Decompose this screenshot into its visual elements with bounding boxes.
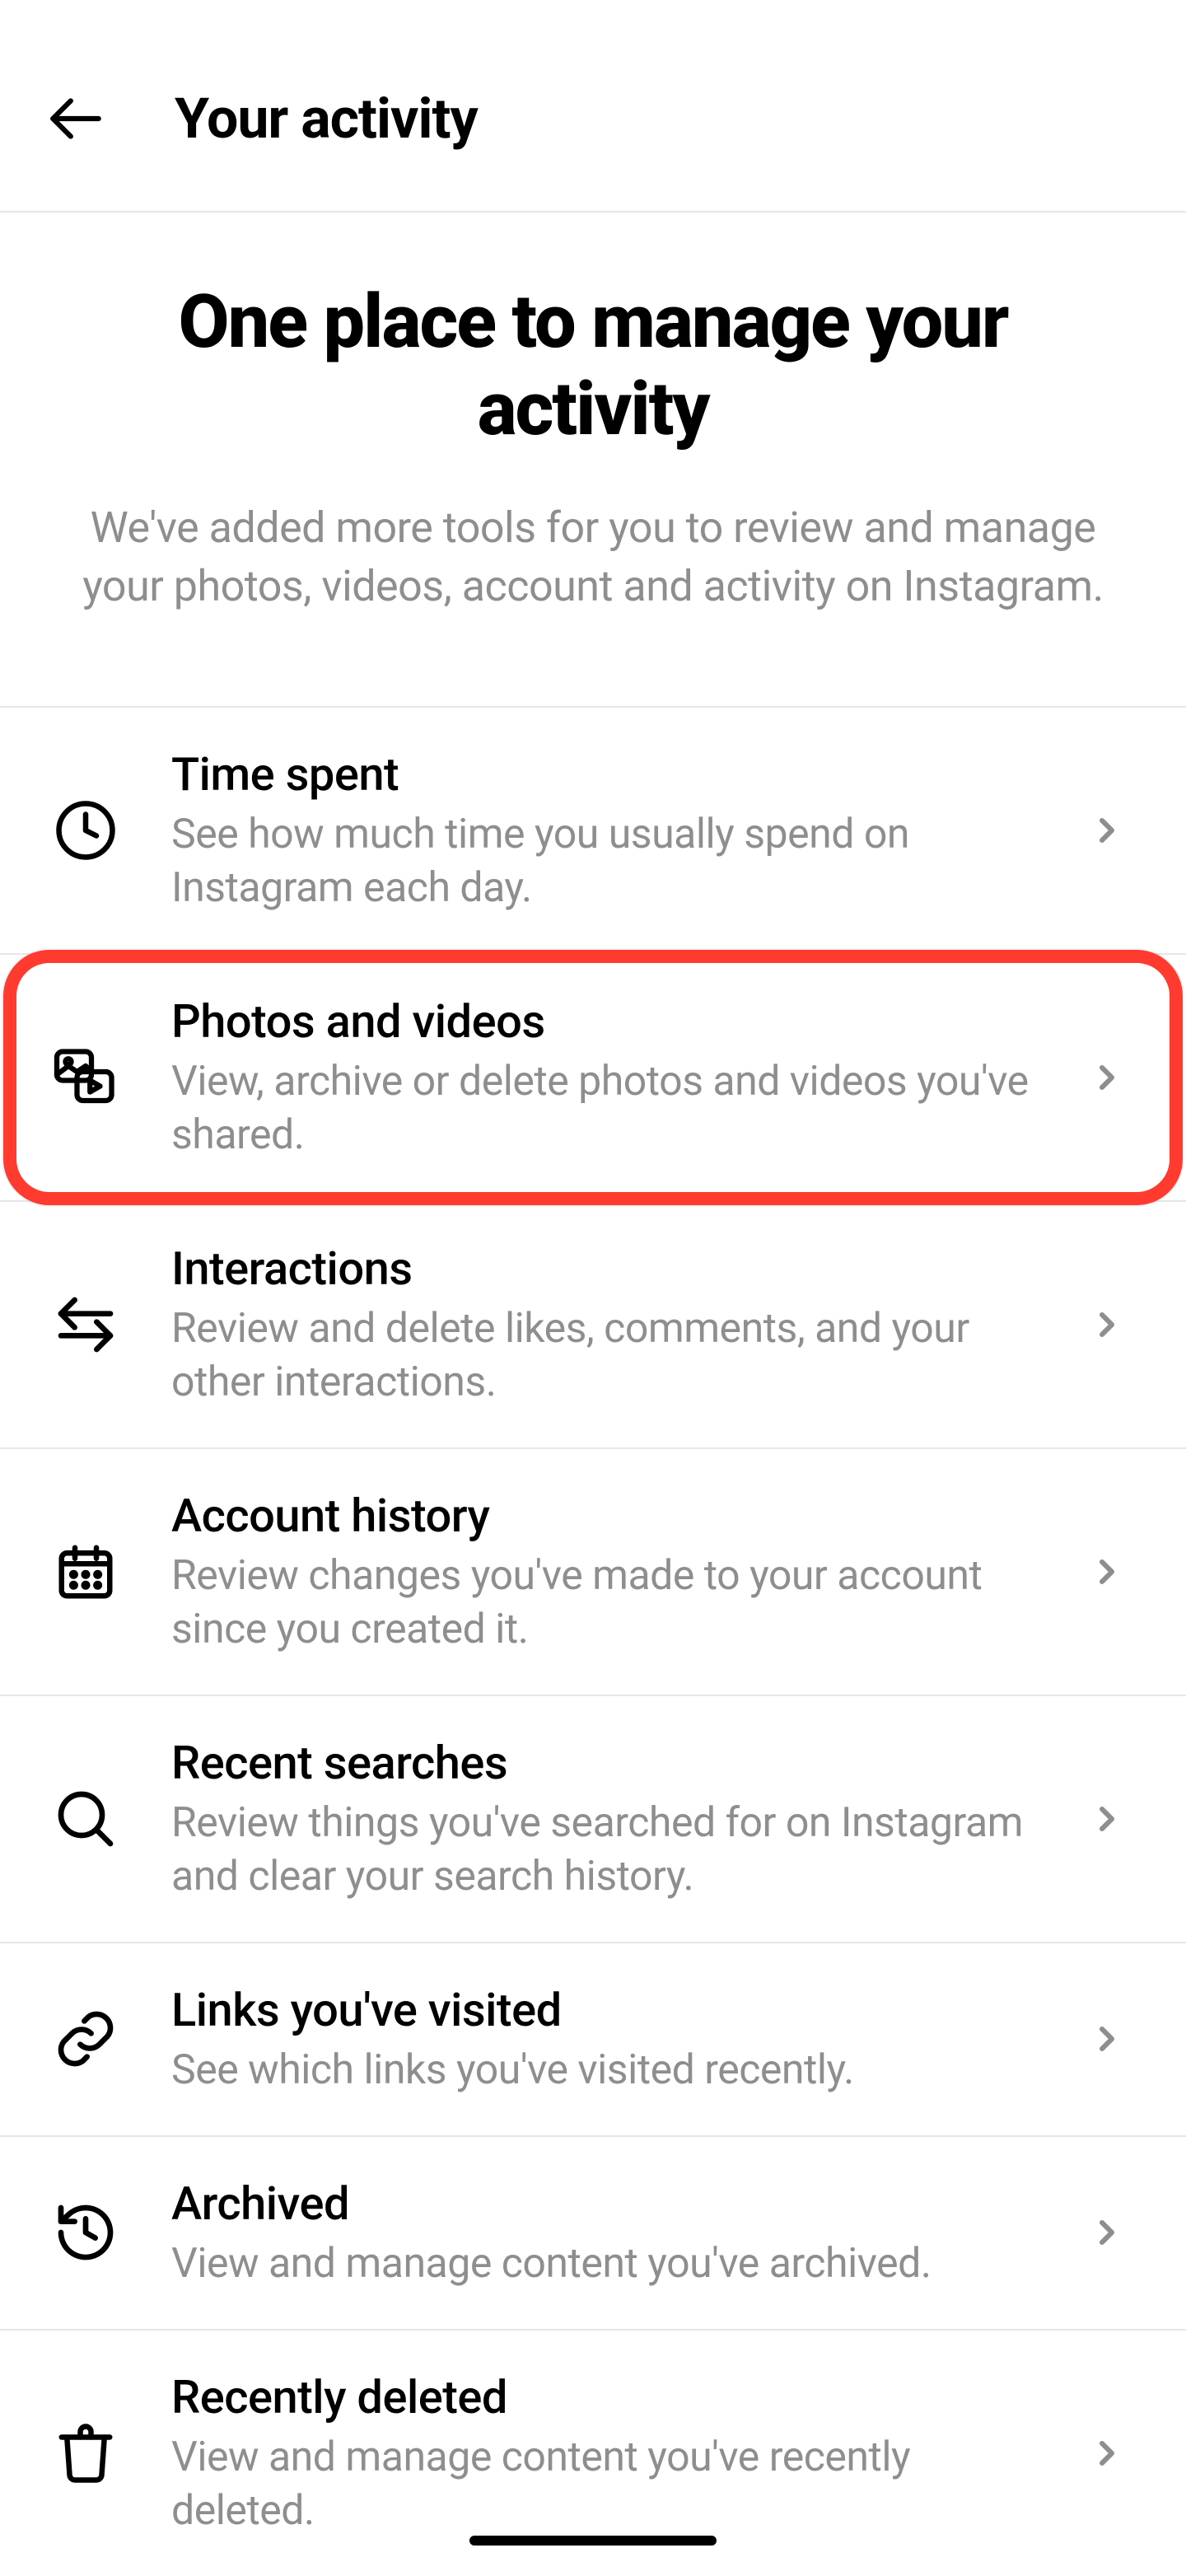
item-title: Links you've visited: [171, 1981, 1041, 2039]
chevron-right-icon: [1087, 1305, 1127, 1344]
arrow-left-icon: [45, 88, 106, 149]
clock-icon: [54, 798, 118, 863]
link-icon: [53, 2006, 119, 2072]
chevron-right-icon: [1087, 2213, 1127, 2252]
swap-arrows-icon: [53, 1292, 119, 1358]
item-description: Review changes you've made to your accou…: [171, 1550, 1041, 1657]
item-description: View and manage content you've archived.: [171, 2237, 1041, 2291]
intro-heading: One place to manage your activity: [82, 278, 1104, 453]
item-description: See which links you've visited recently.: [171, 2044, 1041, 2097]
item-title: Archived: [171, 2175, 1041, 2232]
item-description: See how much time you usually spend on I…: [171, 808, 1041, 915]
calendar-icon: [54, 1540, 118, 1604]
item-recent-searches[interactable]: Recent searches Review things you've sea…: [0, 1696, 1186, 1943]
item-links-visited[interactable]: Links you've visited See which links you…: [0, 1943, 1186, 2137]
search-icon: [53, 1786, 119, 1852]
intro-section: One place to manage your activity We've …: [0, 213, 1186, 706]
item-account-history[interactable]: Account history Review changes you've ma…: [0, 1449, 1186, 1696]
item-interactions[interactable]: Interactions Review and delete likes, co…: [0, 1202, 1186, 1449]
item-recently-deleted[interactable]: Recently deleted View and manage content…: [0, 2331, 1186, 2576]
item-title: Recent searches: [171, 1734, 1041, 1792]
chevron-right-icon: [1087, 1552, 1127, 1592]
top-bar: Your activity: [0, 0, 1186, 213]
item-title: Recently deleted: [171, 2368, 1041, 2426]
chevron-right-icon: [1087, 811, 1127, 850]
item-title: Photos and videos: [171, 993, 1041, 1050]
item-title: Interactions: [171, 1240, 1041, 1297]
chevron-right-icon: [1087, 1058, 1127, 1097]
item-description: Review things you've searched for on Ins…: [171, 1797, 1041, 1904]
item-archived[interactable]: Archived View and manage content you've …: [0, 2137, 1186, 2331]
history-icon: [53, 2200, 119, 2265]
photos-videos-icon: [51, 1043, 120, 1112]
item-description: Review and delete likes, comments, and y…: [171, 1302, 1041, 1410]
intro-subheading: We've added more tools for you to review…: [82, 499, 1104, 615]
activity-list: Time spent See how much time you usually…: [0, 706, 1186, 2576]
item-title: Account history: [171, 1487, 1041, 1545]
chevron-right-icon: [1087, 2019, 1127, 2059]
back-button[interactable]: [36, 79, 115, 158]
page-title: Your activity: [175, 86, 478, 152]
item-title: Time spent: [171, 746, 1041, 803]
chevron-right-icon: [1087, 2433, 1127, 2473]
item-time-spent[interactable]: Time spent See how much time you usually…: [0, 708, 1186, 955]
item-photos-videos[interactable]: Photos and videos View, archive or delet…: [0, 955, 1186, 1202]
item-description: View, archive or delete photos and video…: [171, 1055, 1041, 1162]
item-description: View and manage content you've recently …: [171, 2431, 1041, 2538]
trash-icon: [54, 2421, 118, 2485]
chevron-right-icon: [1087, 1799, 1127, 1839]
